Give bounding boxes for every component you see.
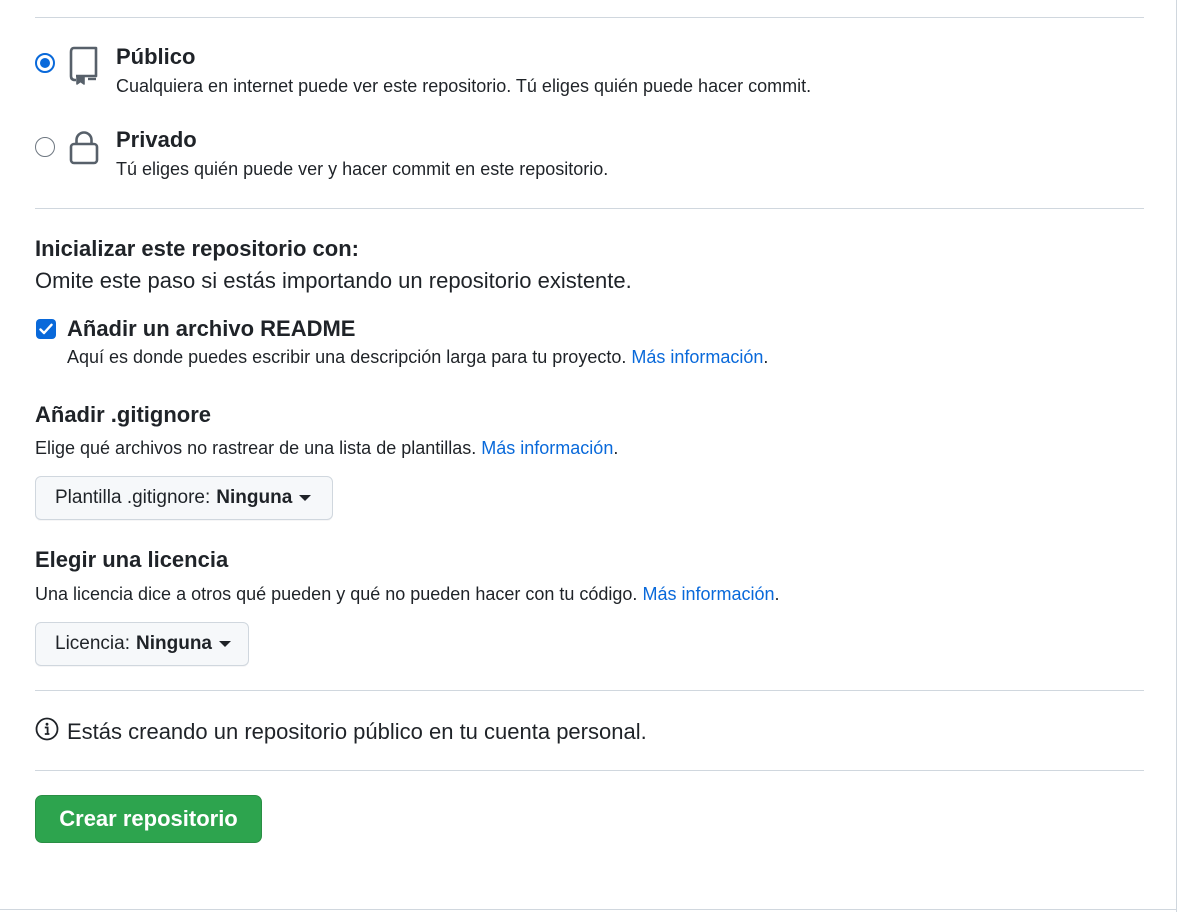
license-dropdown-value: Ninguna bbox=[136, 633, 212, 654]
caret-down-icon bbox=[299, 495, 312, 501]
readme-checkbox[interactable] bbox=[36, 319, 56, 339]
divider-top bbox=[35, 17, 1144, 18]
license-dropdown[interactable]: Licencia: Ninguna bbox=[35, 622, 249, 666]
info-text: Estás creando un repositorio público en … bbox=[67, 718, 647, 744]
private-radio[interactable] bbox=[35, 137, 55, 157]
readme-period: . bbox=[763, 347, 769, 367]
info-icon bbox=[35, 717, 59, 746]
divider-settings bbox=[35, 690, 1144, 691]
gitignore-title: Añadir .gitignore bbox=[35, 402, 211, 427]
info-notice: Estás creando un repositorio público en … bbox=[35, 717, 647, 746]
readme-description-text: Aquí es donde puedes escribir una descri… bbox=[67, 347, 627, 367]
license-description-text: Una licencia dice a otros qué pueden y q… bbox=[35, 584, 638, 604]
initialize-note: Omite este paso si estás importando un r… bbox=[35, 268, 632, 293]
readme-label[interactable]: Añadir un archivo README bbox=[67, 316, 355, 342]
license-dropdown-label: Licencia: bbox=[55, 633, 130, 654]
gitignore-period: . bbox=[613, 438, 619, 458]
frame-border-bottom bbox=[0, 909, 1177, 910]
gitignore-dropdown-label: Plantilla .gitignore: bbox=[55, 487, 211, 508]
gitignore-template-dropdown[interactable]: Plantilla .gitignore: Ninguna bbox=[35, 476, 333, 520]
gitignore-dropdown-value: Ninguna bbox=[216, 487, 293, 508]
create-repository-button[interactable]: Crear repositorio bbox=[35, 795, 262, 843]
divider-visibility bbox=[35, 208, 1144, 209]
lock-icon bbox=[68, 129, 100, 172]
caret-down-icon bbox=[219, 641, 231, 647]
public-option-title[interactable]: Público bbox=[116, 44, 195, 70]
private-option-description: Tú eliges quién puede ver y hacer commit… bbox=[116, 159, 609, 179]
private-option-title[interactable]: Privado bbox=[116, 127, 197, 153]
readme-description: Aquí es donde puedes escribir una descri… bbox=[67, 347, 768, 368]
public-option-description: Cualquiera en internet puede ver este re… bbox=[116, 76, 812, 96]
repo-icon bbox=[68, 46, 100, 91]
gitignore-more-info-link[interactable]: Más información bbox=[481, 438, 613, 458]
public-radio[interactable] bbox=[35, 53, 55, 73]
check-icon bbox=[39, 323, 53, 335]
divider-info bbox=[35, 770, 1144, 771]
gitignore-description-text: Elige qué archivos no rastrear de una li… bbox=[35, 438, 477, 458]
create-repo-form: Público Cualquiera en internet puede ver… bbox=[0, 0, 1177, 912]
readme-more-info-link[interactable]: Más información bbox=[631, 347, 763, 367]
license-more-info-link[interactable]: Más información bbox=[642, 584, 774, 604]
gitignore-description: Elige qué archivos no rastrear de una li… bbox=[35, 438, 618, 459]
license-description: Una licencia dice a otros qué pueden y q… bbox=[35, 584, 780, 605]
initialize-title: Inicializar este repositorio con: bbox=[35, 236, 359, 261]
license-title: Elegir una licencia bbox=[35, 547, 229, 572]
license-period: . bbox=[774, 584, 780, 604]
